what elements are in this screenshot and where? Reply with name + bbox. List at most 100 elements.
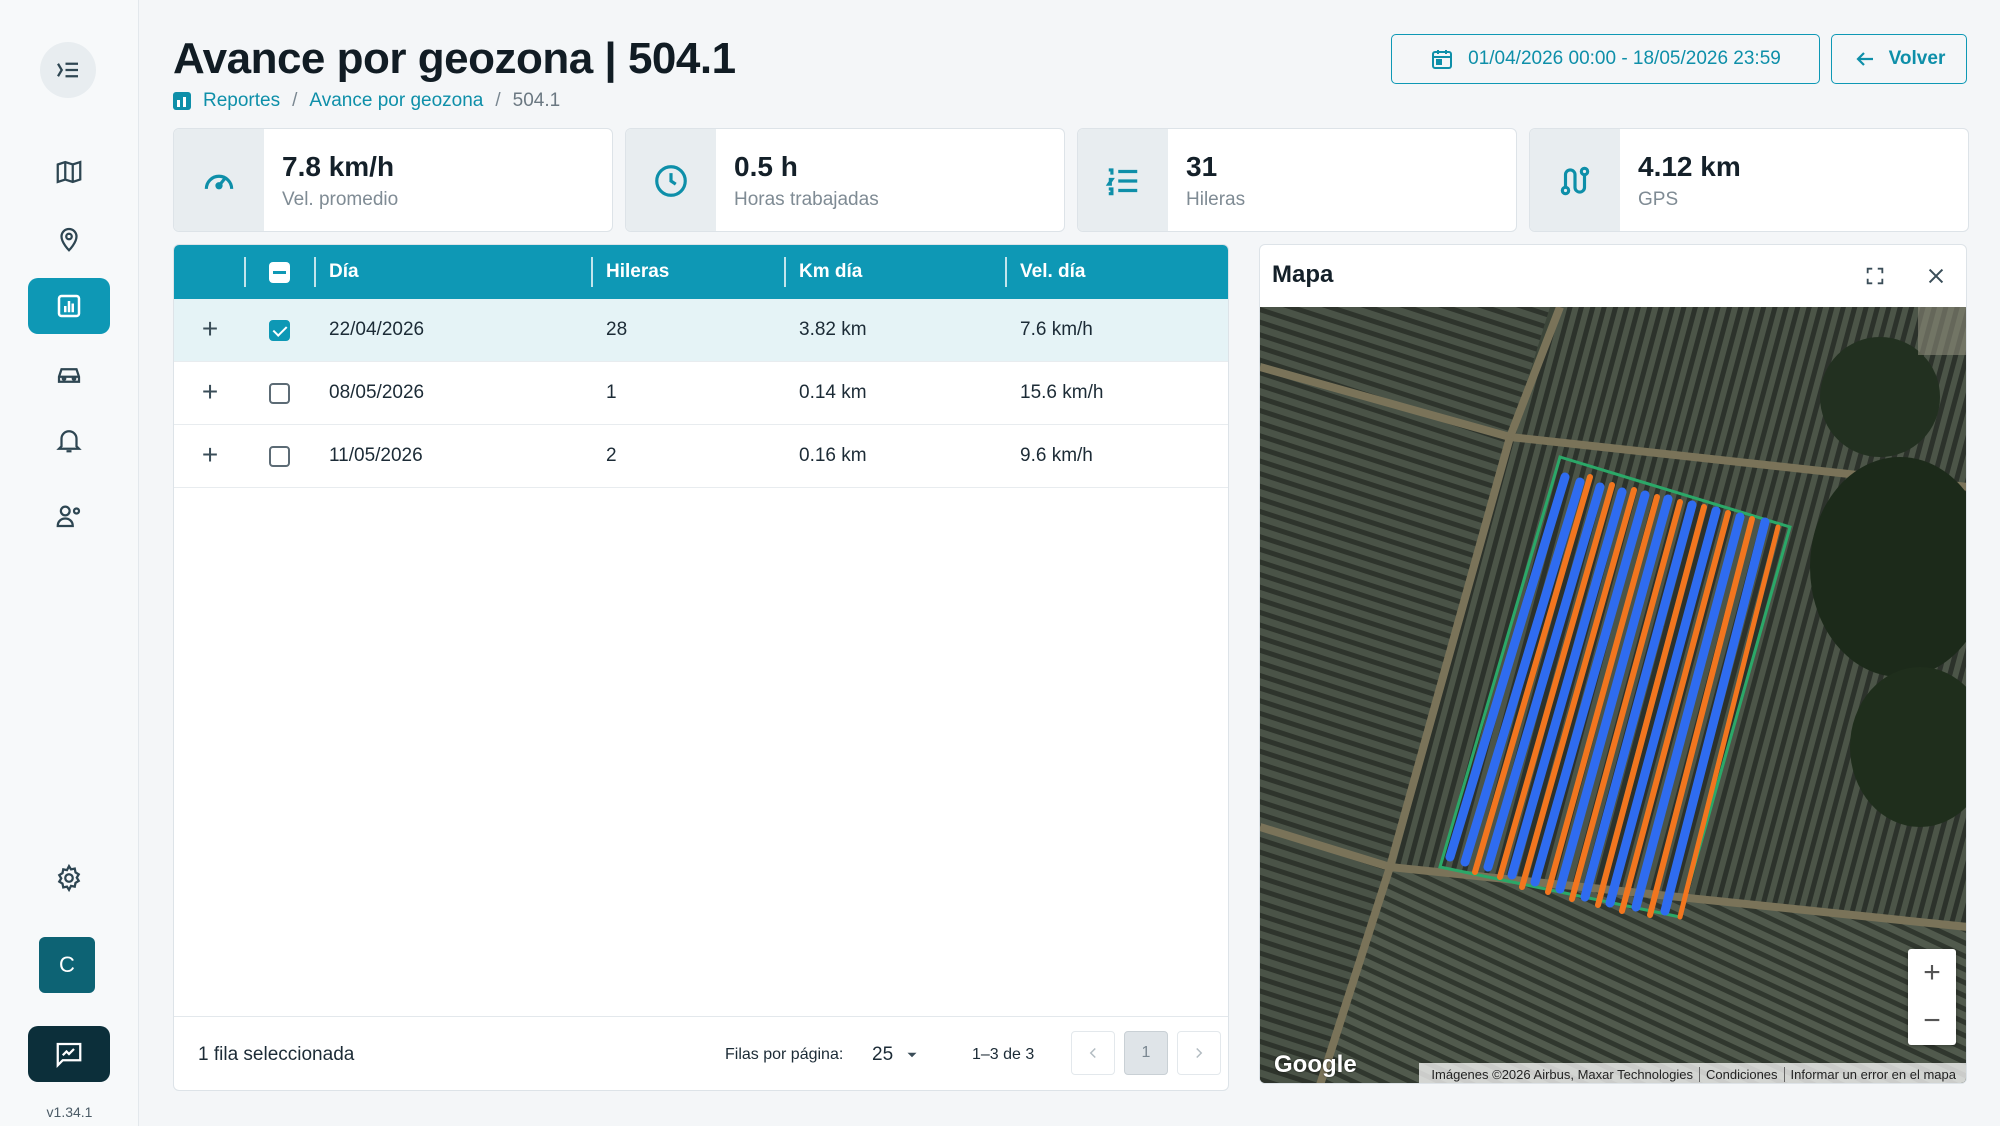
numbered-list-icon xyxy=(1105,168,1138,196)
expand-row-icon[interactable]: + xyxy=(197,315,223,343)
imagery-credit: Imágenes ©2026 Airbus, Maxar Technologie… xyxy=(1431,1066,1693,1082)
row-checkbox[interactable] xyxy=(269,383,290,404)
cell-day: 22/04/2026 xyxy=(329,319,425,340)
expand-row-icon[interactable]: + xyxy=(197,441,223,469)
sidebar-item-map[interactable] xyxy=(28,144,110,200)
column-divider xyxy=(591,257,593,287)
reports-icon xyxy=(173,92,191,110)
satellite-map[interactable]: + − Google Imágenes ©2026 Airbus, Maxar … xyxy=(1260,307,1966,1083)
breadcrumb-separator: / xyxy=(495,90,501,111)
stat-value: 0.5 h xyxy=(734,151,798,182)
column-divider xyxy=(1005,257,1007,287)
cell-rows: 2 xyxy=(606,445,617,466)
table-row[interactable]: + 22/04/2026 28 3.82 km 7.6 km/h xyxy=(174,299,1228,362)
report-error-link[interactable]: Informar un error en el mapa xyxy=(1783,1066,1962,1082)
cell-day: 08/05/2026 xyxy=(329,382,425,403)
feedback-button[interactable] xyxy=(28,1026,110,1082)
car-icon xyxy=(57,368,81,383)
cell-rows: 28 xyxy=(606,319,628,340)
zoom-out-button[interactable]: − xyxy=(1908,997,1956,1045)
page-title: Avance por geozona | 504.1 xyxy=(173,34,736,83)
column-divider xyxy=(314,257,316,287)
column-header-rows[interactable]: Hileras xyxy=(606,245,669,299)
days-table: Día Hileras Km día Vel. día + 22/04/2026… xyxy=(173,244,1229,1091)
caret-down-icon xyxy=(907,1052,917,1058)
cell-speed: 15.6 km/h xyxy=(1020,382,1104,403)
menu-toggle-button[interactable] xyxy=(40,42,96,98)
zoom-in-button[interactable]: + xyxy=(1908,949,1956,997)
map-title: Mapa xyxy=(1272,261,1334,288)
sidebar-item-alerts[interactable] xyxy=(28,412,110,468)
date-range-button[interactable]: 01/04/2026 00:00 - 18/05/2026 23:59 xyxy=(1391,34,1820,84)
stat-card-hours-worked: 0.5 h Horas trabajadas xyxy=(625,128,1065,232)
stat-value: 31 xyxy=(1186,151,1218,182)
table-footer: 1 fila seleccionada Filas por página: 25… xyxy=(174,1016,1228,1090)
map-icon xyxy=(56,160,82,184)
back-label: Volver xyxy=(1888,48,1946,69)
map-header: Mapa xyxy=(1260,245,1966,307)
breadcrumb-reports[interactable]: Reportes xyxy=(203,90,280,112)
gear-icon xyxy=(57,863,81,893)
stat-label: GPS xyxy=(1638,189,1679,210)
sidebar-item-vehicles[interactable] xyxy=(28,345,110,401)
cell-km: 0.16 km xyxy=(799,445,867,466)
cell-km: 0.14 km xyxy=(799,382,867,403)
chevron-left-icon xyxy=(1089,1047,1096,1059)
sidebar-item-settings[interactable] xyxy=(28,850,110,906)
row-checkbox[interactable] xyxy=(269,320,290,341)
selection-count: 1 fila seleccionada xyxy=(198,1044,355,1065)
expand-row-icon[interactable]: + xyxy=(197,378,223,406)
stat-card-avg-speed: 7.8 km/h Vel. promedio xyxy=(173,128,613,232)
breadcrumb-current: 504.1 xyxy=(512,90,561,111)
table-row[interactable]: + 11/05/2026 2 0.16 km 9.6 km/h xyxy=(174,425,1228,488)
bell-icon xyxy=(56,430,82,453)
close-map-button[interactable] xyxy=(1921,261,1951,291)
sidebar-item-locations[interactable] xyxy=(28,211,110,267)
breadcrumb-geozone-progress[interactable]: Avance por geozona xyxy=(309,90,483,112)
stat-card-gps-distance: 4.12 km GPS xyxy=(1529,128,1969,232)
table-header: Día Hileras Km día Vel. día xyxy=(174,245,1228,299)
calendar-icon xyxy=(1432,50,1453,69)
feedback-chart-icon xyxy=(56,1042,82,1068)
sidebar-item-reports[interactable] xyxy=(28,278,110,334)
bar-chart-icon xyxy=(57,294,81,318)
fullscreen-button[interactable] xyxy=(1860,261,1890,291)
cell-speed: 9.6 km/h xyxy=(1020,445,1093,466)
menu-collapse-icon xyxy=(57,62,78,78)
column-header-speed[interactable]: Vel. día xyxy=(1020,245,1085,299)
column-header-day[interactable]: Día xyxy=(329,245,359,299)
sidebar: C v1.34.1 xyxy=(0,0,139,1126)
stat-card-rows: 31 Hileras xyxy=(1077,128,1517,232)
sidebar-item-users[interactable] xyxy=(28,488,110,544)
back-button[interactable]: Volver xyxy=(1831,34,1967,84)
map-attribution: Imágenes ©2026 Airbus, Maxar Technologie… xyxy=(1419,1063,1966,1083)
cell-km: 3.82 km xyxy=(799,319,867,340)
rows-per-page-value: 25 xyxy=(872,1044,894,1065)
close-icon xyxy=(1928,268,1944,284)
column-divider xyxy=(784,257,786,287)
column-header-km[interactable]: Km día xyxy=(799,245,862,299)
select-all-checkbox[interactable] xyxy=(269,262,290,283)
stat-value: 4.12 km xyxy=(1638,151,1741,182)
stat-value: 7.8 km/h xyxy=(282,151,395,182)
row-checkbox[interactable] xyxy=(269,446,290,467)
fullscreen-icon xyxy=(1866,267,1884,285)
user-avatar[interactable]: C xyxy=(39,937,95,993)
rows-per-page-select[interactable]: 25 xyxy=(872,1044,921,1066)
clock-icon xyxy=(655,165,687,197)
route-icon xyxy=(1560,166,1590,196)
next-page-button[interactable] xyxy=(1177,1031,1221,1075)
cell-speed: 7.6 km/h xyxy=(1020,319,1093,340)
table-row[interactable]: + 08/05/2026 1 0.14 km 15.6 km/h xyxy=(174,362,1228,425)
breadcrumb-separator: / xyxy=(292,90,298,111)
cell-day: 11/05/2026 xyxy=(329,445,423,466)
pagination-range: 1–3 de 3 xyxy=(972,1046,1035,1063)
chevron-right-icon xyxy=(1196,1047,1203,1059)
zoom-controls: + − xyxy=(1908,949,1956,1045)
terms-link[interactable]: Condiciones xyxy=(1698,1066,1784,1082)
page-button-current[interactable]: 1 xyxy=(1124,1031,1168,1075)
stat-label: Horas trabajadas xyxy=(734,189,879,210)
prev-page-button[interactable] xyxy=(1071,1031,1115,1075)
user-settings-icon xyxy=(56,505,81,528)
speedometer-icon xyxy=(204,174,234,190)
